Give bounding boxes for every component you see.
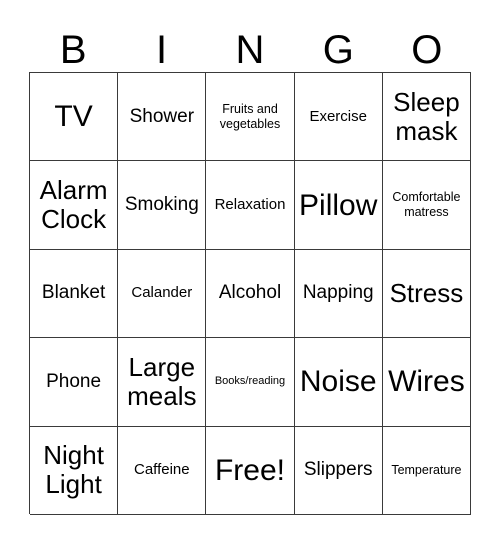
bingo-grid: TV Shower Fruits and vegetables Exercise… <box>29 72 472 515</box>
bingo-cell-label: Shower <box>129 105 195 127</box>
bingo-header-letter-n: N <box>235 28 265 72</box>
bingo-header-letter-o: O <box>411 28 443 72</box>
bingo-cell-label: Smoking <box>124 194 199 216</box>
bingo-cell-label: Temperature <box>391 462 462 477</box>
bingo-cell-i1[interactable]: Shower <box>118 73 207 162</box>
bingo-cell-o4[interactable]: Wires <box>382 338 472 427</box>
bingo-cell-label: Night Light <box>43 440 104 500</box>
bingo-cell-i5[interactable]: Caffeine <box>118 426 207 515</box>
bingo-cell-label: Noise <box>299 365 377 399</box>
bingo-cell-i4[interactable]: Large meals <box>118 338 207 427</box>
bingo-row: Night Light Caffeine Free! Slippers Temp… <box>30 426 472 515</box>
bingo-row: TV Shower Fruits and vegetables Exercise… <box>30 73 472 162</box>
bingo-row: Blanket Calander Alcohol Napping Stress <box>30 249 472 339</box>
bingo-cell-label: Relaxation <box>214 196 286 214</box>
bingo-cell-label: Free! <box>214 453 286 487</box>
bingo-cell-label: Alcohol <box>218 282 282 304</box>
bingo-header-letter-g: G <box>322 28 354 72</box>
bingo-cell-b3[interactable]: Blanket <box>30 249 119 339</box>
bingo-cell-label: Sleep mask <box>393 86 460 146</box>
bingo-cell-b4[interactable]: Phone <box>30 338 119 427</box>
bingo-cell-label: Napping <box>302 282 374 304</box>
bingo-cell-label: Large meals <box>127 351 197 411</box>
bingo-cell-label: Blanket <box>41 282 106 304</box>
bingo-cell-label: Calander <box>131 284 193 302</box>
bingo-cell-o2[interactable]: Comfortable matress <box>382 161 472 250</box>
bingo-header-letter-i: I <box>156 28 168 72</box>
bingo-cell-b1[interactable]: TV <box>30 73 119 162</box>
bingo-header-row: B I N G O <box>29 14 471 72</box>
bingo-cell-label: Pillow <box>299 188 378 222</box>
bingo-cell-label: Fruits and vegetables <box>219 101 281 131</box>
bingo-cell-label: Stress <box>389 277 464 308</box>
bingo-cell-label: Wires <box>388 365 465 399</box>
bingo-cell-i2[interactable]: Smoking <box>118 161 207 250</box>
bingo-cell-label: Exercise <box>309 107 367 125</box>
bingo-cell-label: Comfortable matress <box>392 190 461 220</box>
bingo-cell-label: Alarm Clock <box>39 175 108 235</box>
bingo-row: Alarm Clock Smoking Relaxation Pillow Co… <box>30 161 472 250</box>
bingo-cell-n2[interactable]: Relaxation <box>206 161 295 250</box>
bingo-cell-o3[interactable]: Stress <box>382 249 472 339</box>
bingo-cell-label: Phone <box>46 370 102 392</box>
bingo-cell-b5[interactable]: Night Light <box>30 426 119 515</box>
bingo-cell-b2[interactable]: Alarm Clock <box>30 161 119 250</box>
bingo-row: Phone Large meals Books/reading Noise Wi… <box>30 338 472 427</box>
bingo-cell-label: Slippers <box>303 459 373 481</box>
bingo-cell-n4[interactable]: Books/reading <box>206 338 295 427</box>
bingo-cell-o5[interactable]: Temperature <box>382 426 472 515</box>
bingo-cell-free[interactable]: Free! <box>206 426 295 515</box>
bingo-cell-i3[interactable]: Calander <box>118 249 207 339</box>
bingo-cell-g4[interactable]: Noise <box>294 338 383 427</box>
bingo-card: B I N G O TV Shower Fruits and vegetable… <box>29 14 472 515</box>
bingo-cell-label: Caffeine <box>134 461 190 479</box>
bingo-cell-g3[interactable]: Napping <box>294 249 383 339</box>
bingo-cell-o1[interactable]: Sleep mask <box>382 73 472 162</box>
bingo-cell-n3[interactable]: Alcohol <box>206 249 295 339</box>
bingo-cell-g2[interactable]: Pillow <box>294 161 383 250</box>
bingo-cell-label: TV <box>54 100 93 134</box>
bingo-header-letter-b: B <box>59 28 87 72</box>
bingo-cell-g5[interactable]: Slippers <box>294 426 383 515</box>
bingo-cell-n1[interactable]: Fruits and vegetables <box>206 73 295 162</box>
bingo-cell-label: Books/reading <box>214 375 286 388</box>
bingo-cell-g1[interactable]: Exercise <box>294 73 383 162</box>
